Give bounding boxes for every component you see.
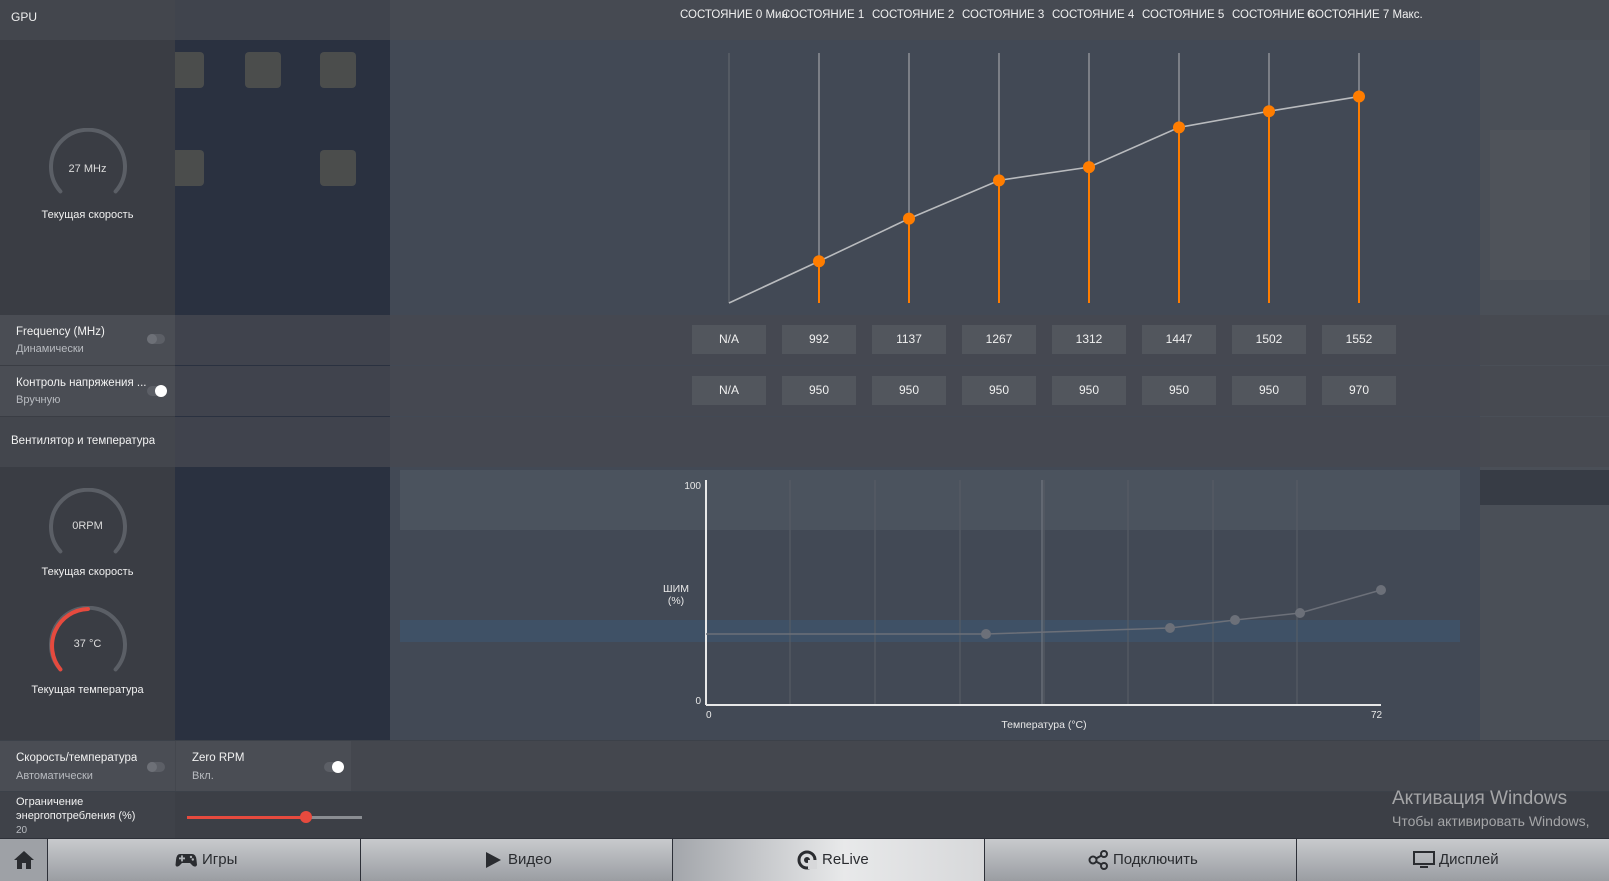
frequency-chart [728,53,1365,304]
activation-watermark-text: Чтобы активировать Windows, [1392,813,1590,829]
voltage-value-state-1[interactable]: 950 [782,376,856,405]
page-title: GPU [11,10,38,24]
tab-games-label: Игры [202,851,238,868]
play-icon [486,852,501,868]
frequency-value-state-1[interactable]: 992 [782,325,856,354]
power-limit-slider-handle[interactable] [300,811,312,823]
tab-connect-label: Подключить [1113,851,1198,868]
frequency-chart-point[interactable] [1263,105,1275,118]
voltage-title: Контроль напряжения ... [16,377,146,389]
voltage-toggle[interactable] [147,385,167,397]
frequency-chart-point[interactable] [1173,121,1185,134]
state-0-label: СОСТОЯНИЕ 0 Мин [680,9,788,21]
tab-video[interactable]: Видео [361,839,672,881]
power-limit-row: Ограничение энергопотребления (%) 20 [0,792,1609,838]
frequency-value-state-3[interactable]: 1267 [962,325,1036,354]
voltage-value-state-6[interactable]: 950 [1232,376,1306,405]
state-1-label: СОСТОЯНИЕ 1 [782,9,865,21]
fan-speed-label: Текущая скорость [41,566,134,578]
state-2-label: СОСТОЯНИЕ 2 [872,9,955,21]
frequency-title: Frequency (MHz) [16,326,105,338]
voltage-value-state-4[interactable]: 950 [1052,376,1126,405]
home-icon [14,851,34,869]
relive-icon [797,850,817,870]
frequency-chart-point[interactable] [903,212,915,225]
monitor-icon [1413,851,1435,868]
frequency-value-state-7[interactable]: 1552 [1322,325,1396,354]
fan-section-header: Вентилятор и температура [0,417,1609,467]
tab-display-label: Дисплей [1439,851,1499,868]
state-4-label: СОСТОЯНИЕ 4 [1052,9,1135,21]
home-button[interactable] [0,839,47,881]
gamepad-icon [175,854,197,867]
voltage-mode: Вручную [16,394,61,406]
tab-relive[interactable]: ReLive [673,839,984,881]
fan-curve-chart [705,480,1386,706]
frequency-chart-point[interactable] [813,255,825,268]
gpu-clock-gauge [49,128,127,194]
frequency-chart-point[interactable] [1353,90,1365,103]
power-limit-slider-fill [187,816,306,819]
state-6-label: СОСТОЯНИЕ 6 [1232,9,1315,21]
temperature-value: 37 °C [73,638,102,650]
zero-rpm-toggle[interactable] [324,761,344,773]
power-limit-title-1: Ограничение [16,796,84,808]
frequency-value-state-4[interactable]: 1312 [1052,325,1126,354]
tab-display[interactable]: Дисплей [1297,839,1609,881]
frequency-value-state-2[interactable]: 1137 [872,325,946,354]
frequency-value-state-6[interactable]: 1502 [1232,325,1306,354]
connect-icon [1088,850,1108,870]
activation-watermark-title: Активация Windows [1392,788,1568,809]
frequency-value-state-0[interactable]: N/A [692,325,766,354]
fan-control-row: Скорость/температура Автоматически Zero … [0,741,1609,791]
voltage-value-state-7[interactable]: 970 [1322,376,1396,405]
fan-chart-xmin: 0 [706,710,712,721]
power-limit-slider[interactable] [187,811,362,823]
tab-connect[interactable]: Подключить [985,839,1296,881]
power-limit-title-2: энергопотребления (%) [16,810,136,822]
tab-games[interactable]: Игры [48,839,360,881]
frequency-chart-point[interactable] [993,174,1005,187]
frequency-value-state-5[interactable]: 1447 [1142,325,1216,354]
speed-temp-title: Скорость/температура [16,752,138,764]
gpu-clock-value: 27 MHz [68,163,107,175]
fan-chart-ymin: 0 [695,696,701,707]
state-5-label: СОСТОЯНИЕ 5 [1142,9,1225,21]
fan-chart-ymax: 100 [684,481,701,492]
voltage-value-state-5[interactable]: 950 [1142,376,1216,405]
speed-temp-toggle[interactable] [147,762,165,772]
zero-rpm-mode: Вкл. [192,770,214,782]
tab-relive-label: ReLive [822,851,869,868]
voltage-value-state-3[interactable]: 950 [962,376,1036,405]
speed-temp-mode: Автоматически [16,770,93,782]
frequency-chart-line [728,95,1360,304]
gpu-clock-label: Текущая скорость [41,209,134,221]
frequency-chart-point[interactable] [1083,161,1095,174]
fan-section-title: Вентилятор и температура [11,435,156,447]
fan-chart-xmax: 72 [1371,710,1383,721]
temperature-label: Текущая температура [31,684,144,696]
state-3-label: СОСТОЯНИЕ 3 [962,9,1045,21]
tab-video-label: Видео [508,851,552,868]
power-limit-value: 20 [16,825,28,836]
fan-chart-ylabel-2: (%) [667,595,685,607]
frequency-mode: Динамически [16,343,84,355]
voltage-value-state-2[interactable]: 950 [872,376,946,405]
fan-chart-ylabel-1: ШИМ [663,583,689,595]
frequency-toggle[interactable] [147,334,165,344]
zero-rpm-title: Zero RPM [192,752,245,764]
fan-chart-xlabel: Температура (°C) [1001,719,1087,731]
state-7-label: СОСТОЯНИЕ 7 Макс. [1307,9,1423,21]
fan-speed-value: 0RPM [72,520,103,532]
voltage-value-state-0[interactable]: N/A [692,376,766,405]
